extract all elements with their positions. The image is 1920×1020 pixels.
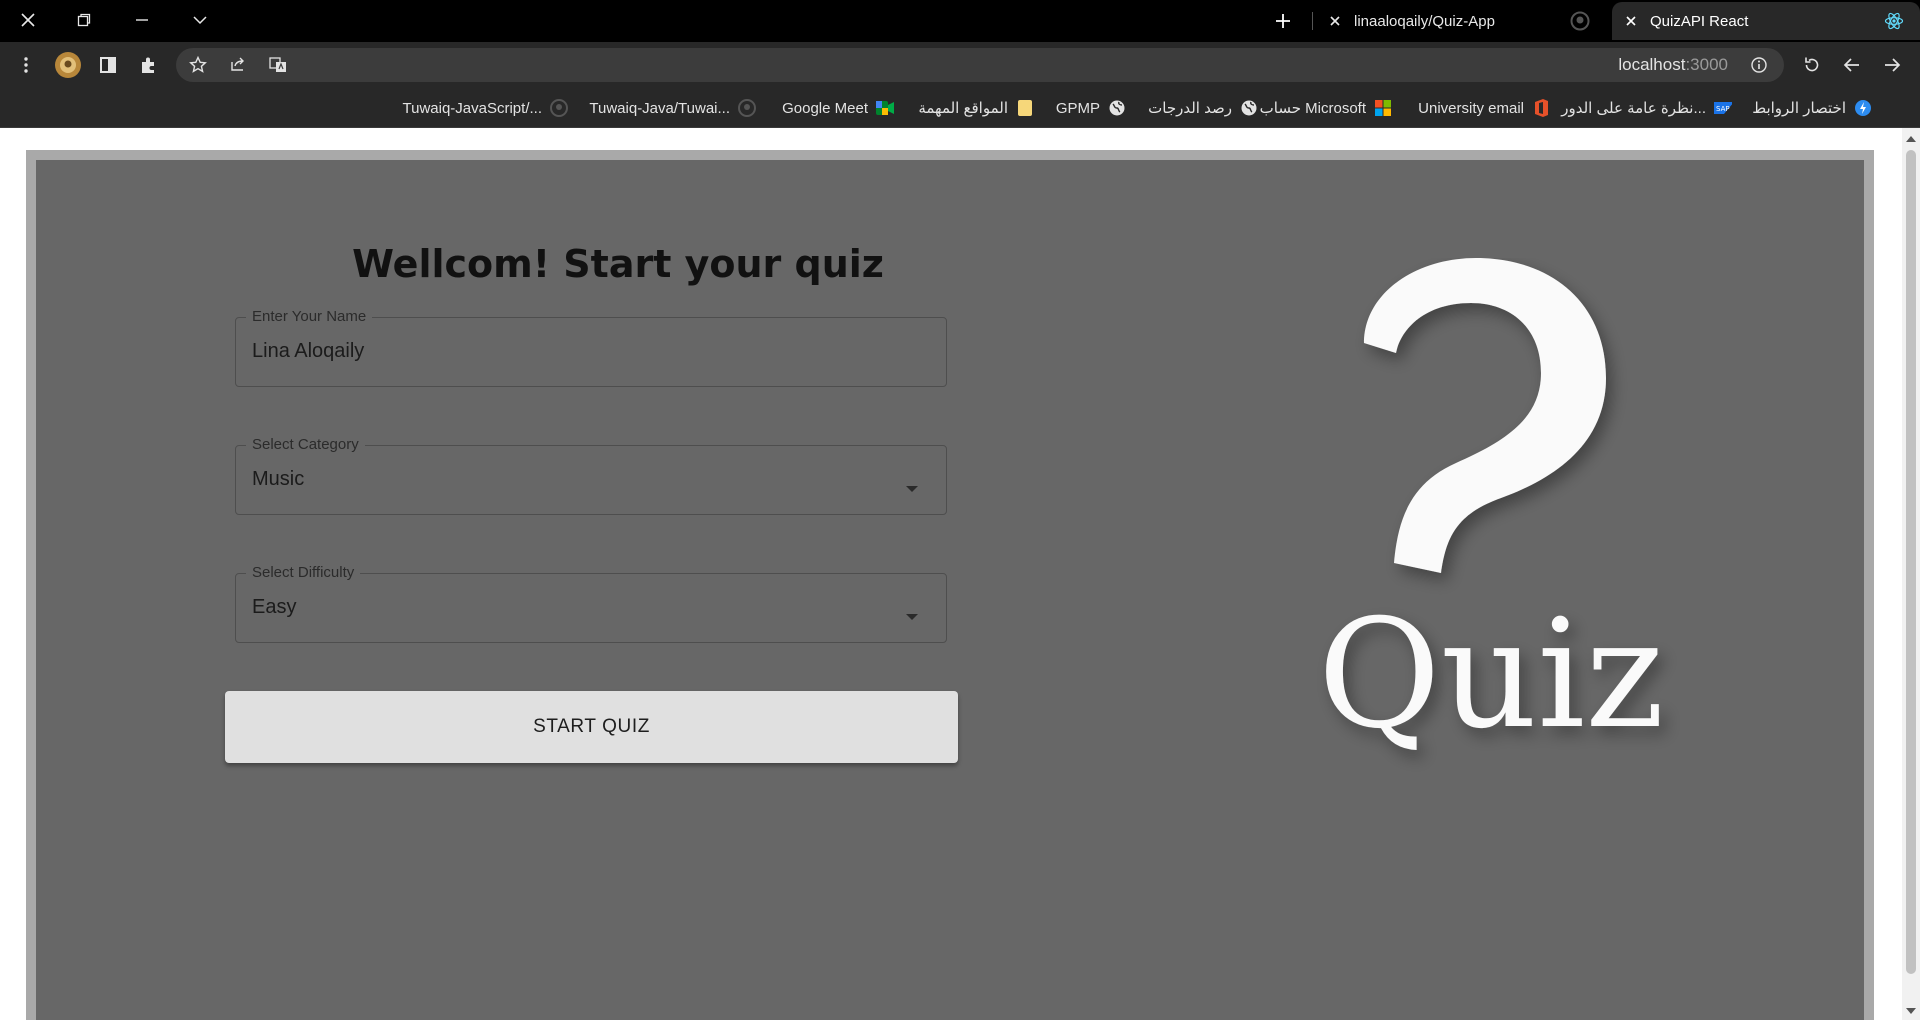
tab-title: linaaloqaily/Quiz-App — [1354, 12, 1495, 30]
office-icon — [1532, 99, 1550, 117]
scroll-down-arrow-icon[interactable] — [1906, 1008, 1916, 1014]
microsoft-icon — [1374, 99, 1392, 117]
folder-icon — [1016, 99, 1034, 117]
site-info-icon[interactable] — [1750, 56, 1768, 79]
menu-kebab-icon[interactable] — [10, 49, 42, 81]
new-tab-button[interactable] — [1266, 8, 1300, 34]
bookmark-star-icon[interactable] — [182, 49, 214, 81]
github-icon — [550, 99, 568, 117]
back-arrow-icon[interactable] — [1836, 49, 1868, 81]
close-tab-icon[interactable] — [1620, 10, 1642, 32]
page-scrollbar[interactable] — [1902, 128, 1920, 1020]
github-icon — [1570, 11, 1590, 31]
browser-toolbar: localhost:3000 — [0, 42, 1920, 88]
difficulty-select[interactable]: Select Difficulty Easy — [235, 564, 947, 643]
scroll-up-arrow-icon[interactable] — [1906, 136, 1916, 142]
forward-arrow-icon[interactable] — [1876, 49, 1908, 81]
difficulty-select-label: Select Difficulty — [246, 564, 361, 581]
category-select[interactable]: Select Category Music — [235, 436, 947, 515]
bookmark-microsoft-account[interactable]: حساب Microsoft — [1260, 94, 1392, 122]
category-select-value: Music — [252, 468, 305, 490]
svg-text:SAP: SAP — [1716, 105, 1730, 113]
quiz-logo: Quiz — [1318, 258, 1665, 762]
bookmark-gpmp[interactable]: GPMP — [1056, 94, 1126, 122]
name-field-value: Lina Aloqaily — [252, 340, 365, 362]
dropdown-arrow-icon[interactable] — [906, 614, 918, 620]
share-icon[interactable] — [222, 49, 254, 81]
bookmark-google-meet[interactable]: Google Meet — [782, 94, 894, 122]
quiz-logo-text: Quiz — [1318, 588, 1665, 762]
google-meet-icon — [876, 99, 894, 117]
bookmark-grades[interactable]: رصد الدرجات — [1148, 94, 1258, 122]
difficulty-select-value: Easy — [252, 596, 297, 618]
restore-window-icon[interactable] — [60, 4, 108, 36]
github-icon — [738, 99, 756, 117]
bookmark-link-shortener[interactable]: اختصار الروابط — [1752, 94, 1872, 122]
plus-icon — [1276, 14, 1290, 28]
bookmark-important-sites[interactable]: المواقع المهمة — [918, 94, 1034, 122]
globe-icon — [1108, 99, 1126, 117]
address-bar[interactable]: localhost:3000 — [176, 48, 1784, 82]
globe-icon — [1240, 99, 1258, 117]
bookmarks-bar: اختصار الروابط نظرة عامة على الدور... SA… — [0, 88, 1920, 128]
page-viewport: Wellcom! Start your quiz Enter Your Name… — [0, 128, 1920, 1020]
name-field[interactable]: Enter Your Name Lina Aloqaily — [235, 308, 947, 387]
tab-quizapi-react[interactable]: QuizAPI React — [1612, 2, 1920, 40]
page-title: Wellcom! Start your quiz — [352, 242, 884, 286]
quiz-start-page: Wellcom! Start your quiz Enter Your Name… — [36, 160, 1864, 1020]
close-window-icon[interactable] — [4, 4, 52, 36]
app-frame: Wellcom! Start your quiz Enter Your Name… — [26, 150, 1874, 1020]
side-panel-icon[interactable] — [92, 49, 124, 81]
question-mark-icon — [1364, 258, 1606, 573]
scrollbar-thumb[interactable] — [1906, 150, 1916, 974]
tab-divider — [1312, 12, 1313, 30]
bookmark-tuwaiq-javascript[interactable]: Tuwaiq-JavaScript/... — [403, 94, 568, 122]
browser-tab-strip: linaaloqaily/Quiz-App QuizAPI React — [0, 0, 1920, 42]
name-field-label: Enter Your Name — [246, 308, 373, 325]
close-tab-icon[interactable] — [1324, 10, 1346, 32]
bookmark-university-email[interactable]: University email — [1418, 94, 1550, 122]
translate-icon[interactable] — [262, 49, 294, 81]
minimize-window-icon[interactable] — [118, 4, 166, 36]
react-icon — [1884, 11, 1904, 31]
extensions-icon[interactable] — [132, 49, 164, 81]
dropdown-arrow-icon[interactable] — [906, 486, 918, 492]
start-quiz-button[interactable]: START QUIZ — [225, 691, 958, 763]
sap-icon: SAP — [1714, 99, 1732, 117]
reload-icon[interactable] — [1796, 49, 1828, 81]
bookmark-tuwaiq-java[interactable]: Tuwaiq-Java/Tuwai... — [589, 94, 756, 122]
tab-quiz-app-repo[interactable]: linaaloqaily/Quiz-App — [1316, 2, 1606, 40]
link-shortener-icon — [1854, 99, 1872, 117]
profile-avatar[interactable] — [52, 49, 84, 81]
bookmark-role-overview[interactable]: نظرة عامة على الدور... SAP — [1561, 94, 1732, 122]
url-text: localhost:3000 — [1618, 55, 1728, 74]
category-select-label: Select Category — [246, 436, 365, 453]
tab-title: QuizAPI React — [1650, 12, 1749, 30]
tab-search-chevron-icon[interactable] — [176, 4, 224, 36]
